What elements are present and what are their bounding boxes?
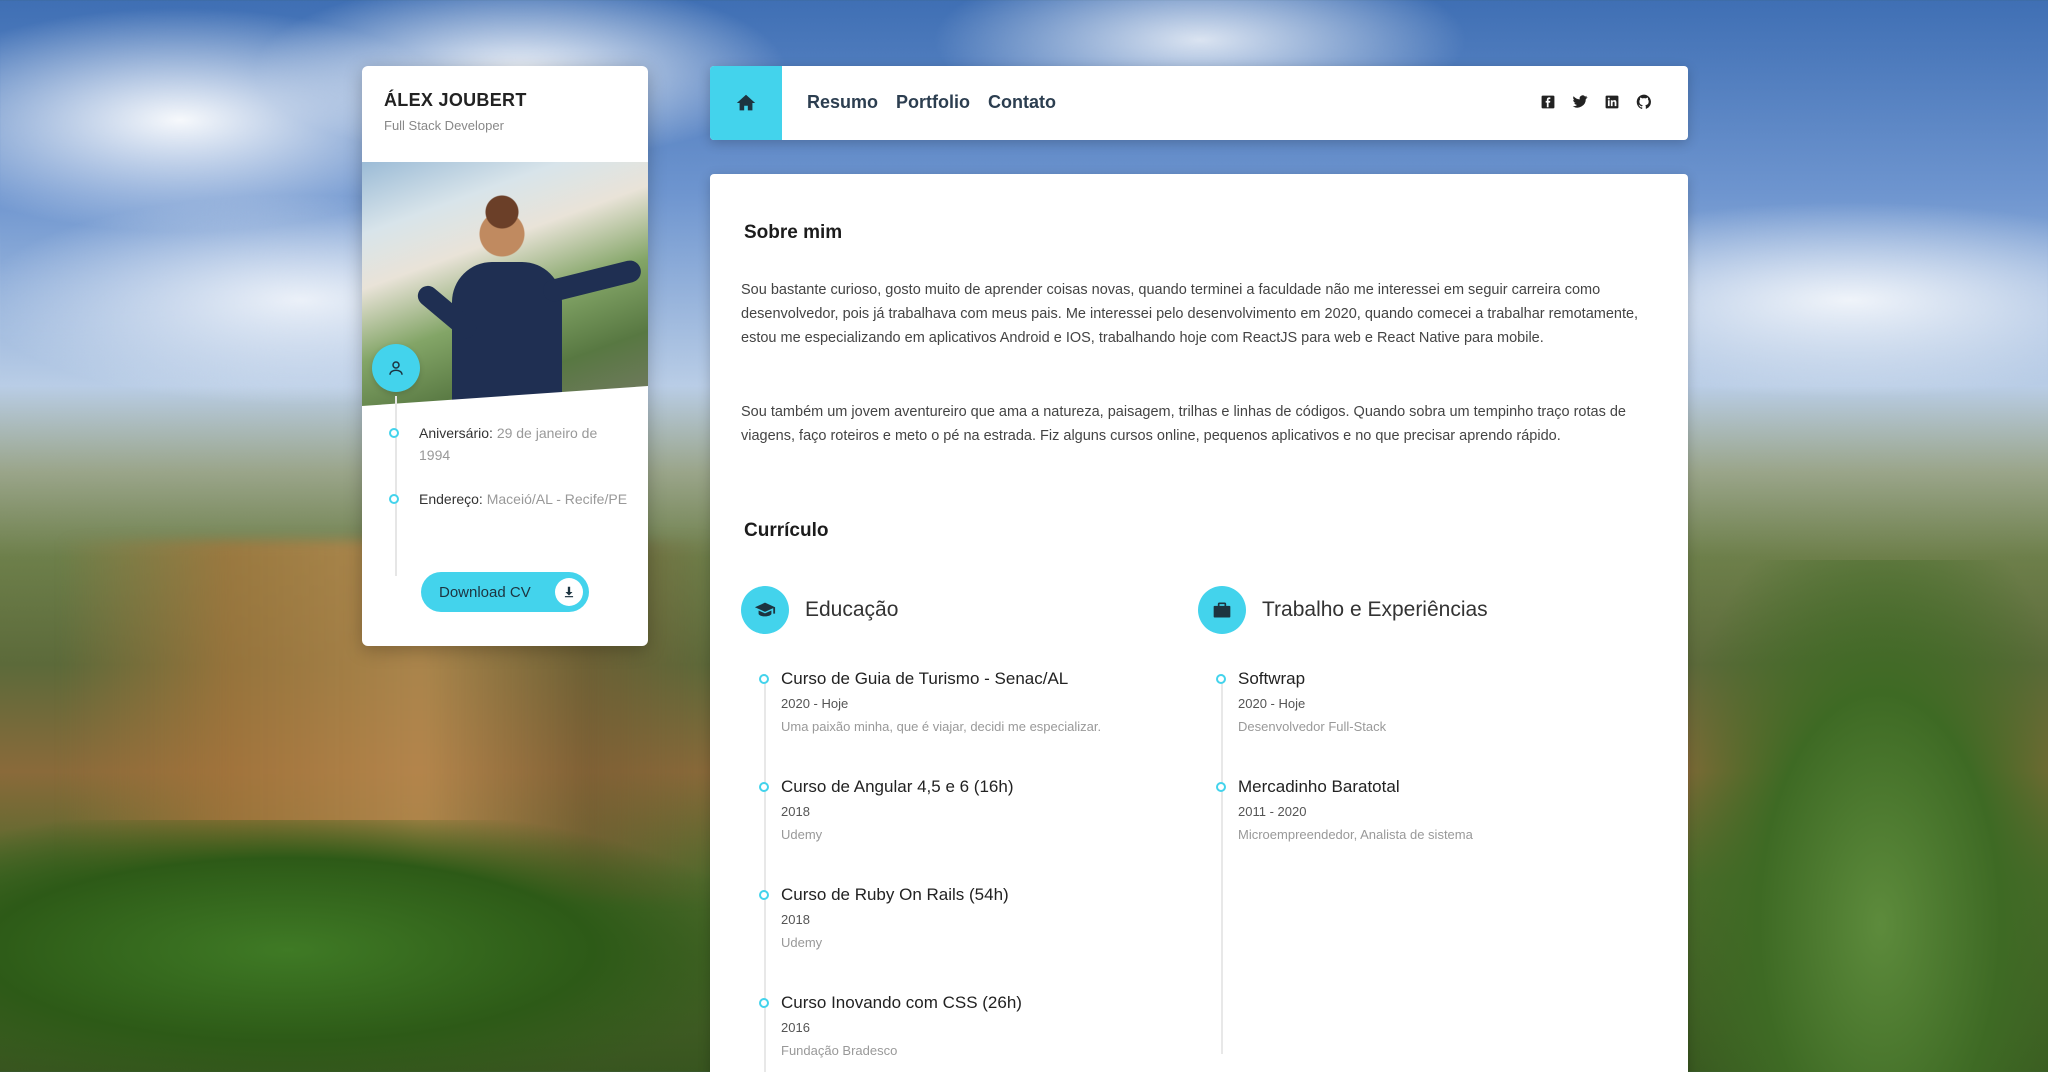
background-greenery: [0, 820, 720, 1072]
user-icon: [372, 344, 420, 392]
work-header: Trabalho e Experiências: [1198, 586, 1488, 634]
work-item-desc: Microempreendedor, Analista de sistema: [1238, 827, 1473, 842]
nav-link-resumo[interactable]: Resumo: [807, 92, 878, 113]
profile-name: ÁLEX JOUBERT: [384, 90, 527, 110]
work-item-date: 2011 - 2020: [1238, 804, 1307, 819]
facebook-icon[interactable]: [1540, 94, 1556, 110]
work-item: Mercadinho Baratotal 2011 - 2020 Microem…: [1216, 776, 1616, 842]
nav-link-contato[interactable]: Contato: [988, 92, 1056, 113]
work-item-title: Softwrap: [1238, 669, 1306, 688]
profile-role: Full Stack Developer: [384, 118, 504, 133]
education-item-date: 2016: [781, 1020, 810, 1035]
info-address: Endereço: Maceió/AL - Recife/PE: [389, 488, 629, 510]
info-value: Maceió/AL - Recife/PE: [486, 491, 628, 507]
education-item-desc: Uma paixão minha, que é viajar, decidi m…: [781, 719, 1102, 734]
work-item-title: Mercadinho Baratotal: [1238, 777, 1400, 796]
download-icon: [555, 578, 583, 606]
education-item-desc: Udemy: [781, 935, 823, 950]
nav-link-portfolio[interactable]: Portfolio: [896, 92, 970, 113]
education-item-title: Curso de Angular 4,5 e 6 (16h): [781, 777, 1014, 796]
work-item-desc: Desenvolvedor Full-Stack: [1238, 719, 1387, 734]
education-item-date: 2020 - Hoje: [781, 696, 849, 711]
download-cv-label: Download CV: [439, 583, 531, 601]
education-title: Educação: [805, 598, 899, 621]
main-content-card: Sobre mim Sou bastante curioso, gosto mu…: [710, 174, 1688, 1072]
education-item-date: 2018: [781, 804, 810, 819]
download-cv-button[interactable]: Download CV: [421, 572, 589, 612]
home-button[interactable]: [710, 66, 782, 140]
education-header: Educação: [741, 586, 898, 634]
nav-links: Resumo Portfolio Contato: [807, 92, 1056, 113]
education-item: Curso de Ruby On Rails (54h) 2018 Udemy: [759, 884, 1159, 950]
work-title: Trabalho e Experiências: [1262, 598, 1488, 621]
info-birthday: Aniversário: 29 de janeiro de 1994: [389, 422, 629, 466]
education-item-title: Curso de Ruby On Rails (54h): [781, 885, 1009, 904]
education-item-title: Curso de Guia de Turismo - Senac/AL: [781, 669, 1069, 688]
twitter-icon[interactable]: [1572, 94, 1588, 110]
about-paragraph-2: Sou também um jovem aventureiro que ama …: [741, 404, 1626, 444]
about-paragraph-1: Sou bastante curioso, gosto muito de apr…: [741, 282, 1639, 346]
home-icon: [736, 94, 756, 111]
education-item: Curso de Angular 4,5 e 6 (16h) 2018 Udem…: [759, 776, 1159, 842]
education-item: Curso Inovando com CSS (26h) 2016 Fundaç…: [759, 992, 1159, 1058]
info-label: Aniversário:: [419, 425, 493, 441]
resume-title: Currículo: [741, 520, 829, 541]
education-item-desc: Udemy: [781, 827, 823, 842]
background-cactus-area: [1690, 560, 2048, 1072]
work-item: Softwrap 2020 - Hoje Desenvolvedor Full-…: [1216, 668, 1616, 734]
social-links: [1540, 94, 1652, 110]
info-label: Endereço:: [419, 491, 483, 507]
linkedin-icon[interactable]: [1604, 94, 1620, 110]
profile-card: ÁLEX JOUBERT Full Stack Developer Aniver…: [362, 66, 648, 646]
education-item-title: Curso Inovando com CSS (26h): [781, 993, 1022, 1012]
work-item-date: 2020 - Hoje: [1238, 696, 1306, 711]
about-title: Sobre mim: [741, 222, 843, 243]
briefcase-icon: [1198, 586, 1246, 634]
top-navbar: Resumo Portfolio Contato: [710, 66, 1688, 140]
education-item-desc: Fundação Bradesco: [781, 1043, 898, 1058]
github-icon[interactable]: [1636, 94, 1652, 110]
education-item: Curso de Guia de Turismo - Senac/AL 2020…: [759, 668, 1159, 734]
graduation-cap-icon: [741, 586, 789, 634]
education-item-date: 2018: [781, 912, 810, 927]
